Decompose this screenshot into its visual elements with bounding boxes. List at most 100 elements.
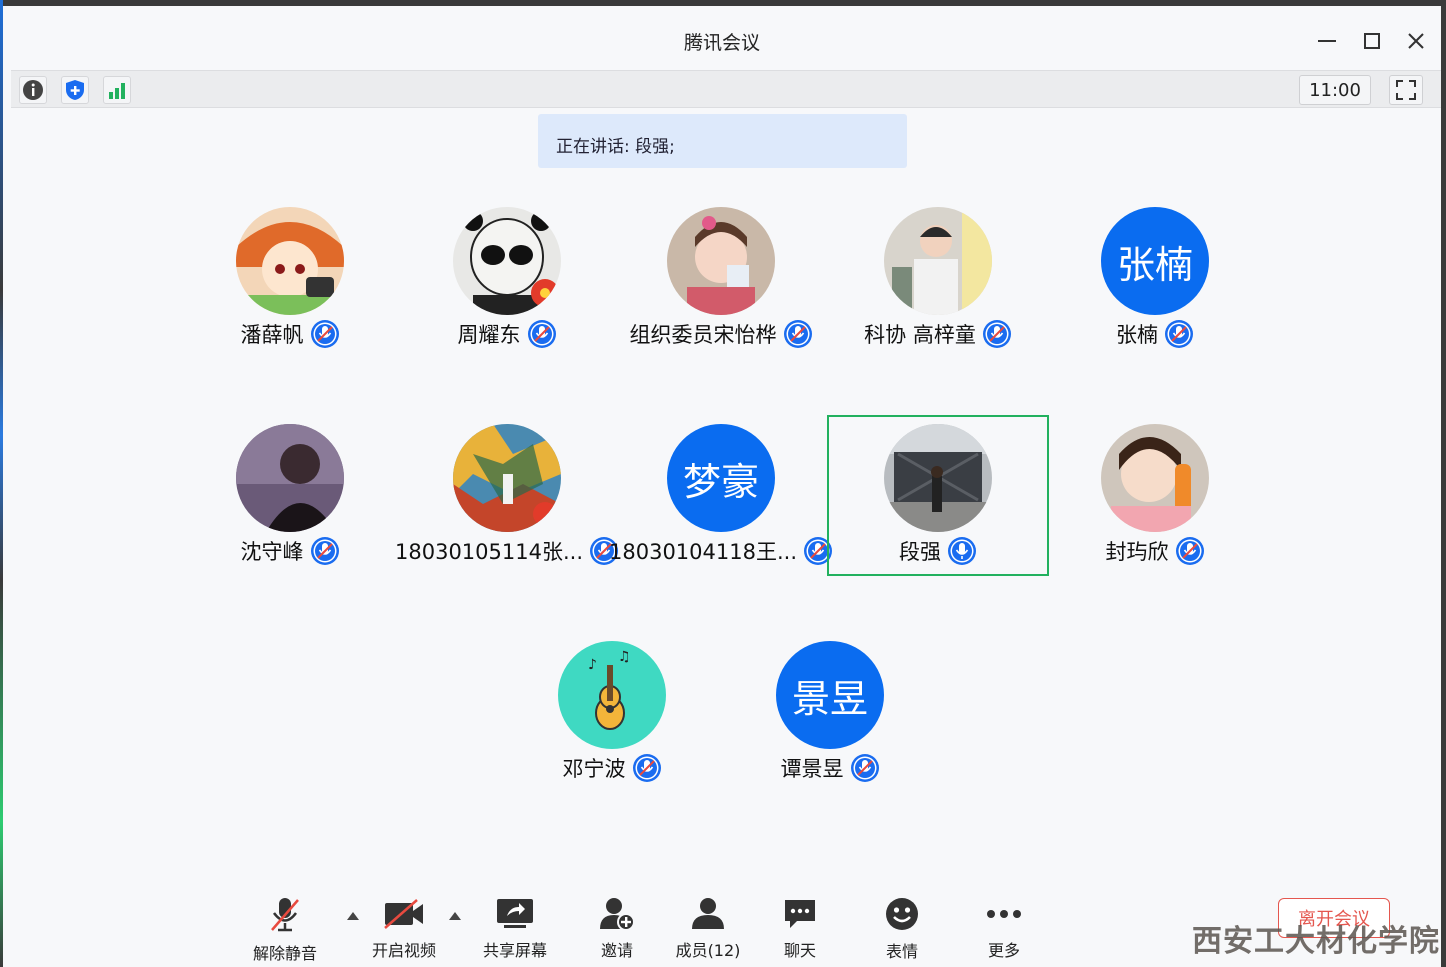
mic-muted-icon	[527, 320, 556, 348]
participant-tile[interactable]: 张楠 张楠	[1040, 207, 1270, 357]
chat-button[interactable]: 聊天	[755, 896, 845, 961]
participant-name: 组织委员宋怡桦	[629, 323, 777, 347]
close-button[interactable]	[1401, 26, 1431, 56]
close-icon	[1408, 33, 1424, 49]
unmute-button[interactable]: 解除静音	[240, 896, 330, 963]
avatar: 张楠	[1101, 207, 1209, 315]
participant-name: 张楠	[1116, 323, 1158, 347]
title-bar: 腾讯会议	[3, 6, 1441, 70]
avatar	[453, 207, 561, 315]
signal-icon	[109, 83, 125, 99]
participant-tile[interactable]: 沈守峰	[175, 424, 405, 574]
mic-muted-icon	[850, 754, 879, 782]
participant-tile[interactable]: 景昱 谭景昱	[715, 641, 945, 791]
fullscreen-button[interactable]	[1389, 75, 1423, 105]
participant-name: 18030105114张...	[395, 540, 583, 564]
more-label: 更多	[987, 941, 1020, 960]
avatar	[453, 424, 561, 532]
info-button[interactable]	[19, 76, 47, 104]
participant-tile[interactable]: 18030105114张...	[392, 424, 622, 574]
share-screen-icon	[497, 898, 533, 928]
caret-up-icon	[449, 912, 461, 920]
participant-name-row: 周耀东	[392, 319, 622, 349]
mic-muted-icon	[632, 754, 661, 782]
invite-label: 邀请	[600, 941, 633, 960]
avatar	[1101, 424, 1209, 532]
caret-up-icon	[347, 912, 359, 920]
avatar	[236, 424, 344, 532]
start-video-label: 开启视频	[371, 941, 436, 960]
svg-text:♪: ♪	[588, 657, 597, 673]
participant-name: 段强	[899, 540, 941, 564]
members-button[interactable]: 成员(12)	[663, 896, 753, 961]
participant-tile[interactable]: ♪ ♫ 邓宁波	[497, 641, 727, 791]
more-icon	[987, 909, 1021, 918]
participant-name: 潘薛帆	[240, 323, 304, 347]
speaking-indicator: 正在讲话: 段强;	[538, 114, 907, 168]
participant-tile[interactable]: 组织委员宋怡桦	[606, 207, 836, 357]
invite-button[interactable]: 邀请	[572, 896, 662, 961]
mic-muted-icon	[783, 320, 812, 348]
meeting-info-toolbar: 11:00	[11, 70, 1441, 108]
participant-name: 邓宁波	[562, 757, 626, 781]
reactions-label: 表情	[885, 942, 918, 961]
avatar: 景昱	[776, 641, 884, 749]
participant-tile[interactable]: 周耀东	[392, 207, 622, 357]
svg-text:♫: ♫	[618, 649, 631, 665]
avatar	[236, 207, 344, 315]
participant-name: 科协 高梓童	[864, 323, 976, 347]
participant-name-row: 沈守峰	[175, 536, 405, 566]
members-icon	[692, 897, 724, 929]
mic-off-icon	[271, 898, 299, 932]
watermark-text: 西安工大材化学院	[1192, 924, 1440, 959]
more-button[interactable]: 更多	[959, 896, 1049, 961]
window-title: 腾讯会议	[683, 32, 760, 54]
participant-name-row: 组织委员宋怡桦	[606, 319, 836, 349]
participant-name-row: 封玙欣	[1040, 536, 1270, 566]
participant-name: 周耀东	[457, 323, 521, 347]
participant-name-row: 邓宁波	[497, 753, 727, 783]
mic-muted-icon	[310, 537, 339, 565]
minimize-button[interactable]	[1312, 26, 1342, 56]
maximize-icon	[1364, 33, 1380, 49]
shield-icon	[66, 80, 84, 100]
meeting-window: 腾讯会议 11:00 正在讲话: 段强; 潘薛帆 周耀东 组织委员宋怡桦 科协 …	[3, 6, 1441, 967]
participant-tile[interactable]: 段强	[823, 424, 1053, 574]
participant-tile[interactable]: 科协 高梓童	[823, 207, 1053, 357]
participant-name: 18030104118王...	[609, 540, 797, 564]
participant-name: 沈守峰	[240, 540, 304, 564]
share-screen-button[interactable]: 共享屏幕	[470, 896, 560, 961]
avatar	[667, 207, 775, 315]
video-options-arrow[interactable]	[445, 906, 465, 926]
share-screen-label: 共享屏幕	[482, 941, 547, 960]
chat-label: 聊天	[783, 941, 816, 960]
minimize-icon	[1318, 40, 1336, 42]
smiley-icon	[886, 898, 918, 930]
participant-name-row: 谭景昱	[715, 753, 945, 783]
security-button[interactable]	[61, 76, 89, 104]
participant-tile[interactable]: 潘薛帆	[175, 207, 405, 357]
avatar	[884, 207, 992, 315]
mic-muted-icon	[310, 320, 339, 348]
maximize-button[interactable]	[1357, 26, 1387, 56]
info-icon	[23, 80, 43, 100]
participant-name: 谭景昱	[780, 757, 844, 781]
mic-muted-icon	[982, 320, 1011, 348]
avatar	[884, 424, 992, 532]
add-user-icon	[600, 897, 635, 931]
mic-muted-icon	[1175, 537, 1204, 565]
reactions-button[interactable]: 表情	[857, 896, 947, 961]
participant-name-row: 18030104118王...	[606, 536, 836, 566]
network-button[interactable]	[103, 76, 131, 104]
meeting-timer: 11:00	[1299, 75, 1371, 105]
participant-tile[interactable]: 梦豪 18030104118王...	[606, 424, 836, 574]
fullscreen-icon	[1396, 80, 1416, 100]
participant-name-row: 段强	[823, 536, 1053, 566]
start-video-button[interactable]: 开启视频	[359, 896, 449, 961]
unmute-label: 解除静音	[252, 944, 317, 963]
video-off-icon	[384, 898, 423, 929]
mic-active-icon	[948, 537, 976, 565]
participant-name-row: 18030105114张...	[392, 536, 622, 566]
participant-tile[interactable]: 封玙欣	[1040, 424, 1270, 574]
members-label: 成员(12)	[675, 941, 741, 960]
